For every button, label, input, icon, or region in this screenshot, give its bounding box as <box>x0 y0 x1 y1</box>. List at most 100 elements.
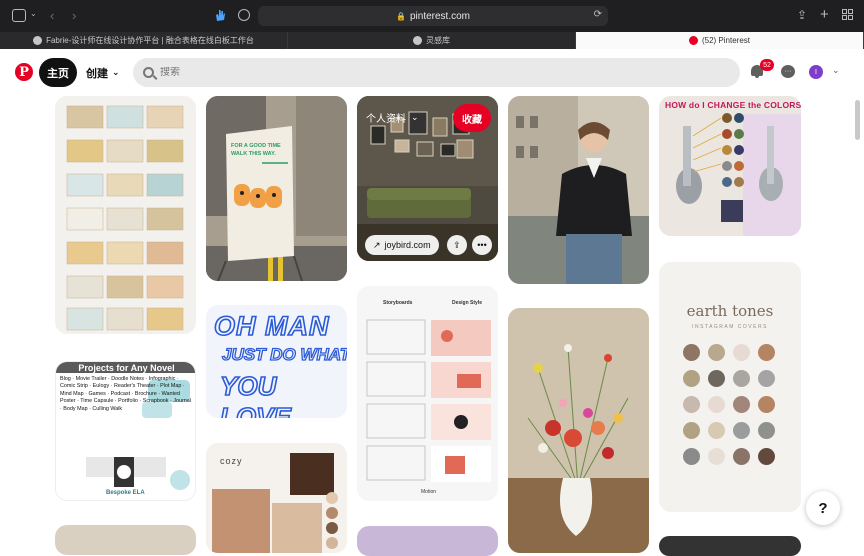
pin-storyboards[interactable]: Storyboards Design Style Motion <box>357 286 498 501</box>
item-doodle-notes: Doodle Notes <box>111 376 144 382</box>
pin-comic-panels[interactable] <box>55 96 196 334</box>
search-bar[interactable] <box>133 58 740 87</box>
lock-icon: 🔒 <box>396 11 406 21</box>
back-icon[interactable]: ‹ <box>50 8 54 23</box>
pin-joybird-living-room[interactable]: 个人资料 ⌄ 收藏 ↗ joybird.com ⇪ ••• <box>357 96 498 261</box>
pin-change-the-colors[interactable]: HOW do I CHANGE the COLORS <box>659 96 801 236</box>
save-button[interactable]: 收藏 <box>453 104 491 132</box>
color-swatch <box>683 396 700 413</box>
projects-items: Blog · Movie Trailer · Doodle Notes · In… <box>60 376 191 412</box>
color-spoons-image <box>659 96 801 236</box>
color-swatch <box>733 344 750 361</box>
sign-line2: WALK THIS WAY. <box>231 151 276 157</box>
tab-bar: Fabrie-设计师在线设计协作平台 | 融合表格在线白板工作台 灵感库 (52… <box>0 32 864 49</box>
extension-hand-icon[interactable] <box>214 8 226 22</box>
color-swatch <box>733 370 750 387</box>
color-swatch <box>758 396 775 413</box>
earth-tones-title: earth tones <box>686 302 774 320</box>
search-input[interactable] <box>160 67 660 78</box>
color-swatch <box>733 448 750 465</box>
item-plot-map: Plot Map <box>160 383 182 390</box>
tab-fabrie[interactable]: Fabrie-设计师在线设计协作平台 | 融合表格在线白板工作台 <box>0 32 288 49</box>
reload-icon[interactable]: ⟳ <box>594 9 602 20</box>
tab-label: (52) Pinterest <box>701 36 751 45</box>
bouquet-image <box>508 308 649 553</box>
pin-walk-this-way-sign[interactable]: FOR A GOOD TIME WALK THIS WAY. <box>206 96 347 281</box>
item-readers-theater: Reader's Theater <box>113 383 156 390</box>
pin-earth-tones[interactable]: earth tones INSTAGRAM COVERS <box>659 262 801 512</box>
color-swatch <box>758 448 775 465</box>
pin-cozy-moodboard[interactable]: cozy <box>206 443 347 553</box>
item-culling-walk: Culling Walk <box>92 405 123 412</box>
color-swatch <box>708 422 725 439</box>
pin-paris-fashion[interactable] <box>508 96 649 284</box>
pin-oh-man[interactable]: OH MAN JUST DO WHAT YOU LOVE <box>206 305 347 418</box>
item-movie-trailer: Movie Trailer <box>75 376 107 382</box>
pin-projects-for-any-novel[interactable]: Projects for Any Novel Blog · Movie Trai… <box>55 361 196 501</box>
color-swatch <box>758 370 775 387</box>
avatar[interactable]: I <box>809 65 823 79</box>
board-selector[interactable]: 个人资料 ⌄ <box>366 110 419 125</box>
new-tab-icon[interactable]: + <box>820 6 829 23</box>
motion-footer: Motion <box>421 489 437 495</box>
pin-link-chip[interactable]: ↗ joybird.com <box>365 235 439 255</box>
item-blog: Blog <box>60 376 71 382</box>
create-button[interactable]: 创建 ⌄ <box>86 58 120 87</box>
color-swatch <box>758 344 775 361</box>
paris-fashion-image <box>508 96 649 284</box>
tab-overview-icon[interactable] <box>842 9 853 20</box>
inspiration-favicon-icon <box>413 36 422 45</box>
chevron-down-icon: ⌄ <box>112 67 120 77</box>
chat-icon[interactable]: ··· <box>781 65 795 78</box>
color-swatch <box>708 396 725 413</box>
design-style-title: Design Style <box>452 300 483 306</box>
item-eulogy: Eulogy <box>92 383 110 390</box>
notification-badge: 52 <box>760 59 774 71</box>
pinterest-logo-icon[interactable]: P <box>15 63 33 81</box>
share-icon[interactable]: ⇪ <box>447 235 467 255</box>
item-portfolio: Portfolio <box>118 398 138 405</box>
comic-panels-image <box>66 105 184 331</box>
oh-man-line1: OH MAN <box>213 310 330 342</box>
tab-inspiration[interactable]: 灵感库 <box>288 32 576 49</box>
pin-wildflower-bouquet[interactable] <box>508 308 649 553</box>
board-selector-label: 个人资料 <box>366 114 406 125</box>
projects-brand: Bespoke ELA <box>106 490 145 496</box>
earth-tones-subtitle: INSTAGRAM COVERS <box>692 324 768 330</box>
color-swatch <box>733 396 750 413</box>
item-infographic: Infographic <box>148 376 176 382</box>
share-icon[interactable]: ⇪ <box>797 8 807 22</box>
pin-partial[interactable] <box>55 525 196 555</box>
pin-link-label: joybird.com <box>384 240 431 250</box>
scrollbar-thumb[interactable] <box>855 100 860 140</box>
color-swatch <box>708 344 725 361</box>
forward-icon[interactable]: › <box>72 8 76 23</box>
sidebar-toggle-icon[interactable] <box>12 9 26 22</box>
search-icon <box>143 67 154 78</box>
oh-man-line3: YOU LOVE <box>219 370 291 418</box>
pin-partial[interactable] <box>357 526 498 556</box>
home-button[interactable]: 主页 <box>39 58 77 87</box>
shield-icon[interactable] <box>238 9 250 21</box>
storyboards-title: Storyboards <box>383 300 413 306</box>
help-button[interactable]: ? <box>806 491 840 525</box>
color-swatch <box>683 344 700 361</box>
chevron-down-icon[interactable]: ⌄ <box>30 9 37 18</box>
account-chevron-down-icon[interactable]: ⌄ <box>832 65 840 76</box>
url-text: pinterest.com <box>409 10 470 22</box>
color-swatch <box>708 370 725 387</box>
pinterest-header: P 主页 创建 ⌄ ··· I ⌄ <box>0 49 864 96</box>
pinterest-favicon-icon <box>688 36 698 45</box>
pin-partial[interactable] <box>659 536 801 556</box>
tab-pinterest[interactable]: (52) Pinterest <box>576 32 864 49</box>
color-swatch <box>758 422 775 439</box>
sign-line1: FOR A GOOD TIME <box>231 143 281 149</box>
arrow-up-right-icon: ↗ <box>373 239 381 250</box>
item-games: Games <box>88 390 106 397</box>
address-bar[interactable]: 🔒 pinterest.com ⟳ <box>258 6 608 26</box>
more-icon[interactable]: ••• <box>472 235 492 255</box>
item-mind-map: Mind Map <box>60 390 84 397</box>
item-scrapbook: Scrapbook <box>142 398 169 405</box>
storyboards-image <box>366 319 491 482</box>
street-sign-image <box>206 96 347 281</box>
